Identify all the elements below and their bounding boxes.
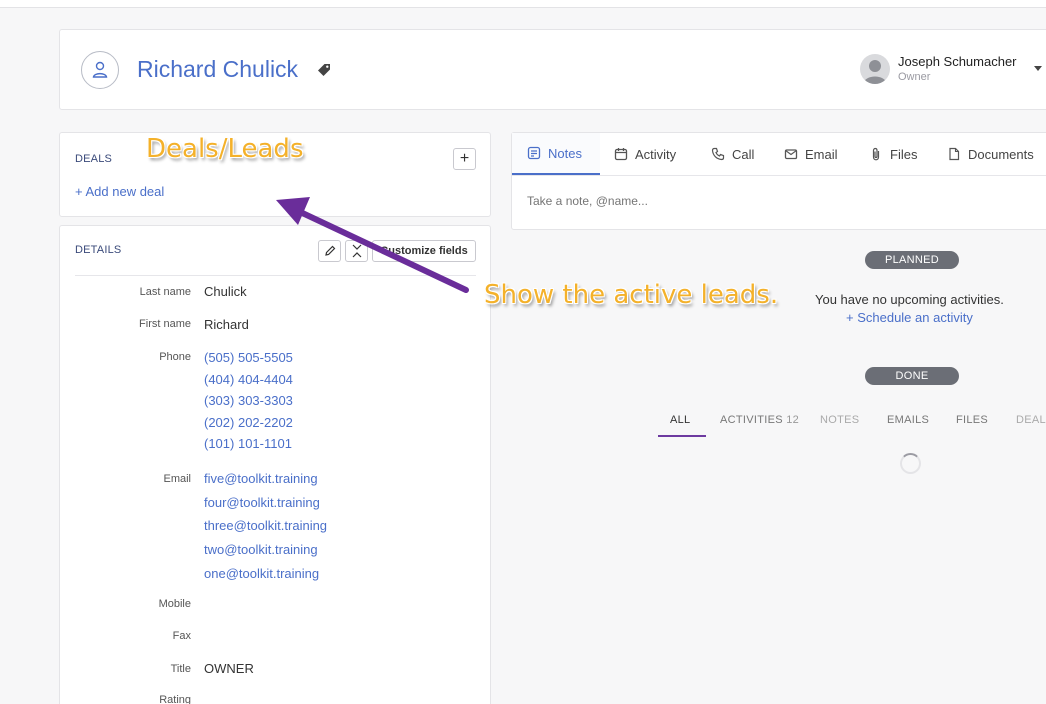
- customize-fields-button[interactable]: Customize fields: [372, 240, 476, 262]
- tab-label: Notes: [548, 145, 582, 161]
- collapse-button[interactable]: [345, 240, 368, 262]
- document-icon: [949, 147, 960, 161]
- envelope-icon: [784, 149, 798, 160]
- email-label: Email: [163, 473, 191, 485]
- notes-icon: [527, 146, 541, 160]
- active-filter-underline: [658, 435, 706, 437]
- tab-label: Files: [890, 146, 918, 162]
- phone-link[interactable]: (505) 505-5505: [204, 350, 293, 365]
- tag-icon[interactable]: [316, 62, 332, 78]
- tab-label: Call: [732, 146, 755, 162]
- schedule-activity-link[interactable]: + Schedule an activity: [846, 310, 973, 325]
- filter-emails[interactable]: EMAILS: [887, 414, 929, 426]
- phone-link[interactable]: (404) 404-4404: [204, 372, 293, 387]
- filter-activities[interactable]: ACTIVITIES 12: [720, 414, 799, 426]
- contact-header: Richard Chulick Joseph Schumacher Owner: [59, 29, 1046, 110]
- details-panel: DETAILS Customize fields Last name Chuli…: [59, 225, 491, 704]
- add-deal-button[interactable]: +: [453, 148, 476, 170]
- tab-notes[interactable]: Notes: [512, 133, 600, 175]
- annotation-show-active-leads: Show the active leads.: [484, 280, 779, 310]
- tab-email[interactable]: Email: [784, 133, 838, 175]
- edit-button[interactable]: [318, 240, 341, 262]
- email-link[interactable]: four@toolkit.training: [204, 495, 320, 510]
- last-name-label: Last name: [139, 286, 191, 298]
- owner-name[interactable]: Joseph Schumacher: [898, 54, 1017, 69]
- last-name-value[interactable]: Chulick: [204, 284, 247, 299]
- chevron-down-icon[interactable]: [1034, 66, 1042, 71]
- no-activities-text: You have no upcoming activities.: [815, 292, 1004, 307]
- owner-avatar[interactable]: [860, 54, 890, 84]
- filter-label: ACTIVITIES: [720, 414, 783, 426]
- divider: [75, 275, 476, 276]
- tab-activity[interactable]: Activity: [614, 133, 676, 175]
- filter-deals[interactable]: DEALS: [1016, 414, 1046, 426]
- tab-label: Email: [805, 146, 838, 162]
- phone-link[interactable]: (101) 101-1101: [204, 436, 292, 451]
- contact-name: Richard Chulick: [137, 56, 299, 82]
- owner-role: Owner: [898, 71, 931, 83]
- tab-label: Documents: [968, 146, 1034, 162]
- details-title: DETAILS: [75, 244, 122, 256]
- phone-link[interactable]: (202) 202-2202: [204, 415, 293, 430]
- activity-tabs-panel: Notes Activity Call Email Files Document…: [511, 132, 1046, 230]
- rating-label: Rating: [159, 694, 191, 704]
- add-deal-link[interactable]: + Add new deal: [75, 184, 164, 199]
- calendar-icon: [614, 148, 628, 161]
- title-value[interactable]: OWNER: [204, 661, 254, 676]
- tab-call[interactable]: Call: [711, 133, 754, 175]
- phone-label: Phone: [159, 351, 191, 363]
- first-name-value[interactable]: Richard: [204, 317, 249, 332]
- top-bar: [0, 0, 1046, 8]
- email-link[interactable]: one@toolkit.training: [204, 566, 319, 581]
- deals-title: DEALS: [75, 153, 113, 165]
- collapse-icon: [352, 244, 361, 258]
- email-link[interactable]: five@toolkit.training: [204, 471, 318, 486]
- filter-all[interactable]: ALL: [670, 414, 690, 426]
- annotation-deals-leads: Deals/Leads: [146, 134, 304, 164]
- filter-files[interactable]: FILES: [956, 414, 988, 426]
- first-name-label: First name: [139, 318, 191, 330]
- phone-link[interactable]: (303) 303-3303: [204, 393, 293, 408]
- title-label: Title: [170, 663, 191, 675]
- done-badge: DONE: [865, 367, 959, 385]
- tab-documents[interactable]: Documents: [947, 133, 1034, 175]
- pencil-icon: [324, 245, 335, 256]
- email-link[interactable]: three@toolkit.training: [204, 518, 327, 533]
- fax-label: Fax: [172, 630, 191, 642]
- planned-badge: PLANNED: [865, 251, 959, 269]
- tab-label: Activity: [635, 146, 677, 162]
- activities-count: 12: [786, 414, 800, 426]
- mobile-label: Mobile: [158, 598, 191, 610]
- email-link[interactable]: two@toolkit.training: [204, 542, 318, 557]
- filter-notes[interactable]: NOTES: [820, 414, 859, 426]
- phone-icon: [711, 147, 725, 161]
- tab-files[interactable]: Files: [869, 133, 917, 175]
- paperclip-icon: [872, 147, 880, 161]
- divider: [512, 175, 1046, 176]
- person-icon: [81, 51, 119, 89]
- loading-spinner-icon: [900, 453, 921, 474]
- note-input[interactable]: [527, 194, 927, 208]
